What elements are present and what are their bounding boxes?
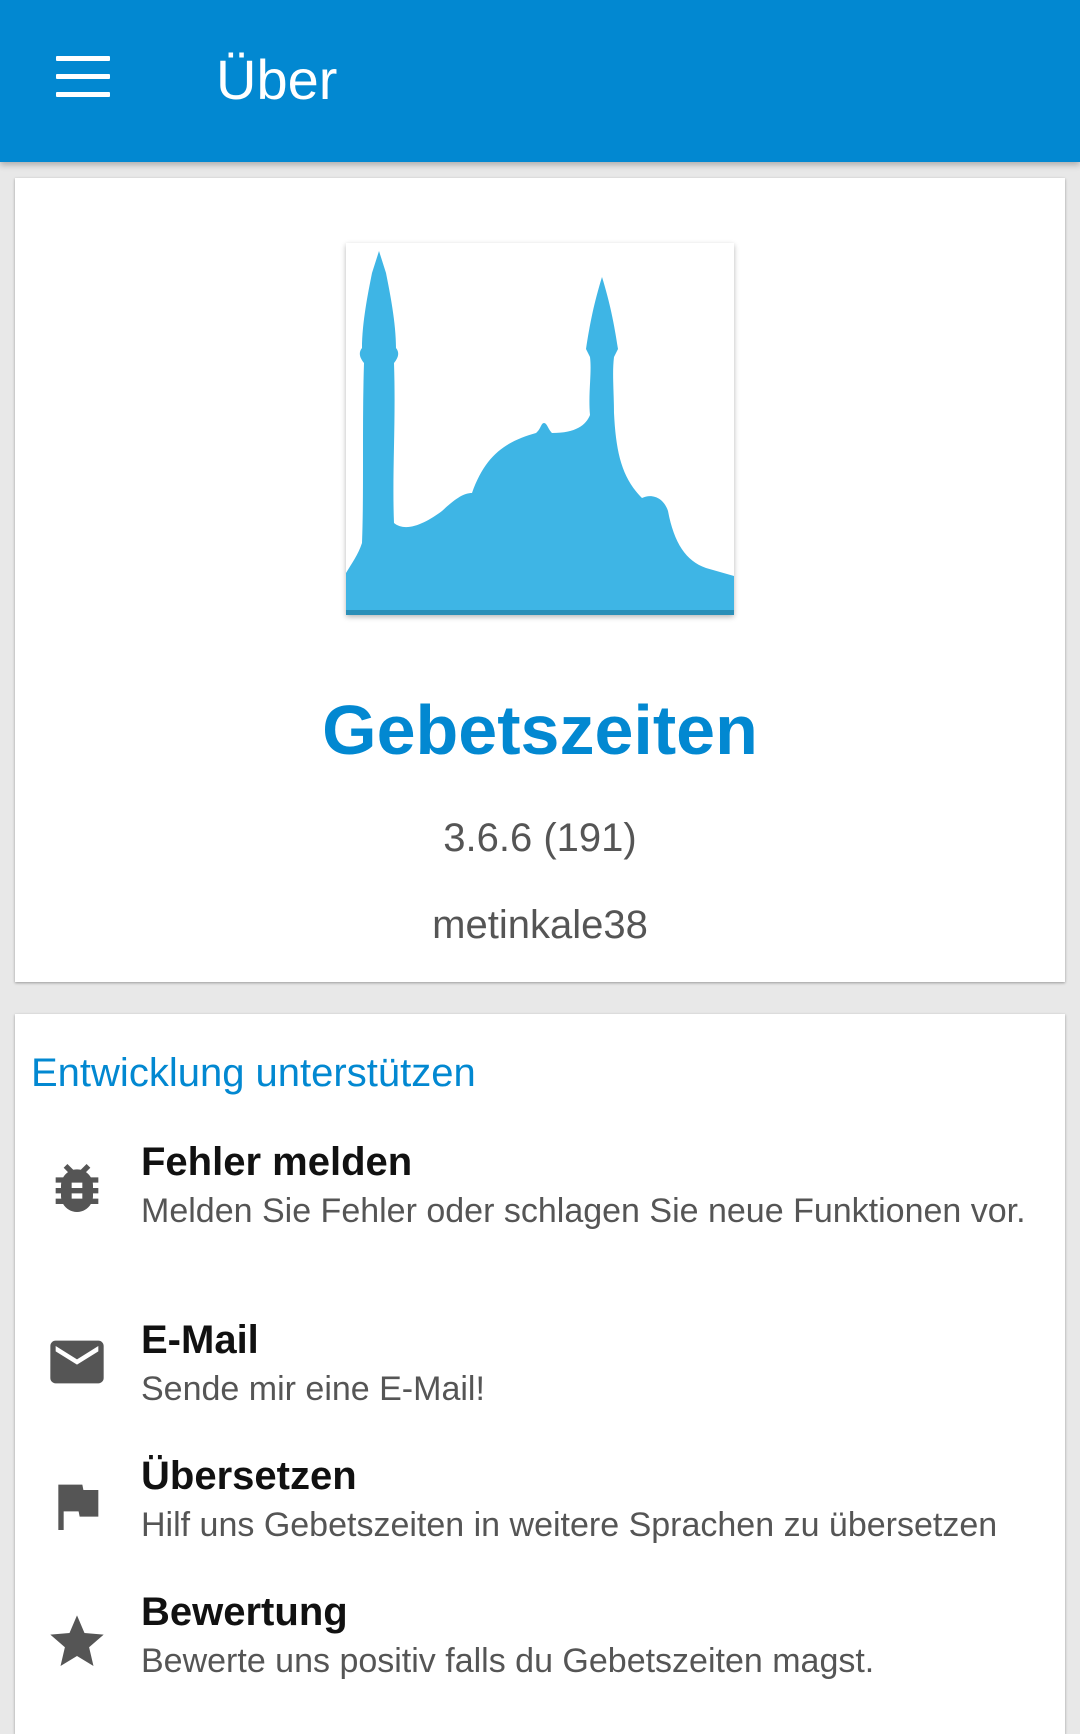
item-title: Bewertung [141,1590,348,1634]
item-description: Bewerte uns positiv falls du Gebetszeite… [141,1642,875,1680]
translate-item[interactable]: Übersetzen Hilf uns Gebetszeiten in weit… [15,1452,1065,1552]
item-description: Sende mir eine E-Mail! [141,1370,485,1408]
email-item[interactable]: E-Mail Sende mir eine E-Mail! [15,1316,1065,1416]
app-name: Gebetszeiten [322,691,758,769]
menu-icon-bar [56,56,110,61]
item-title: E-Mail [141,1318,259,1362]
mail-icon [45,1330,109,1394]
about-card: Gebetszeiten 3.6.6 (191) metinkale38 [15,178,1065,982]
bug-icon [45,1156,109,1220]
app-version: 3.6.6 (191) [443,816,637,860]
star-icon [45,1610,109,1674]
mosque-logo-icon [346,251,734,615]
item-title: Fehler melden [141,1140,413,1184]
menu-icon-bar [56,92,110,97]
app-logo [346,243,734,615]
flag-icon [45,1474,109,1538]
item-description: Melden Sie Fehler oder schlagen Sie neue… [141,1192,1026,1230]
menu-button[interactable] [52,52,116,108]
rate-item[interactable]: Bewertung Bewerte uns positiv falls du G… [15,1588,1065,1688]
section-title: Entwicklung unterstützen [31,1051,476,1095]
support-card: Entwicklung unterstützen Fehler melden M… [15,1014,1065,1734]
item-title: Übersetzen [141,1454,357,1498]
report-bug-item[interactable]: Fehler melden Melden Sie Fehler oder sch… [15,1138,1065,1268]
app-author: metinkale38 [432,903,648,947]
menu-icon-bar [56,74,110,79]
app-bar: Über [0,0,1080,162]
page-title: Über [216,48,338,111]
item-description: Hilf uns Gebetszeiten in weitere Sprache… [141,1506,998,1544]
